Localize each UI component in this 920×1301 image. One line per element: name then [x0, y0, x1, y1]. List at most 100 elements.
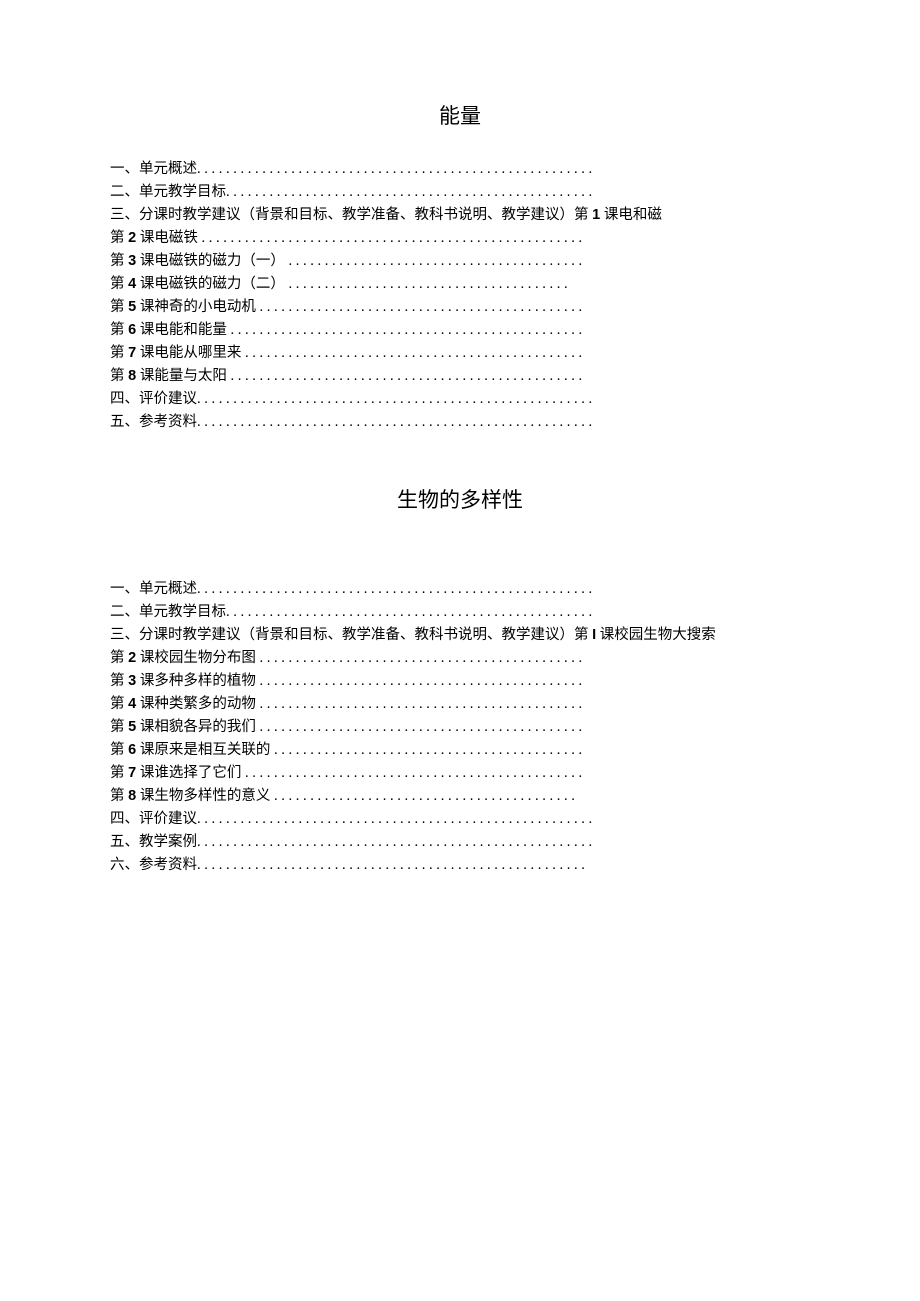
toc-energy: 一、单元概述. . . . . . . . . . . . . . . . . …: [110, 158, 810, 434]
toc-entry-suffix: 课能量与太阳: [136, 368, 230, 384]
toc-entry-leader: . . . . . . . . . . . . . . . . . . . . …: [197, 811, 592, 827]
toc-entry-prefix: 四、评价建议: [110, 811, 197, 827]
toc-entry-prefix: 第: [110, 742, 128, 758]
toc-entry-leader: . . . . . . . . . . . . . . . . . . . . …: [230, 322, 582, 338]
toc-entry-leader: . . . . . . . . . . . . . . . . . . . . …: [245, 765, 582, 781]
toc-entry-prefix: 第: [110, 696, 128, 712]
toc-biodiversity: 一、单元概述. . . . . . . . . . . . . . . . . …: [110, 578, 810, 877]
section-energy: 能量 一、单元概述. . . . . . . . . . . . . . . .…: [110, 100, 810, 434]
toc-entry-suffix: 课校园生物大搜索: [596, 627, 716, 643]
toc-entry-number: 6: [128, 742, 136, 758]
toc-entry-prefix: 第: [110, 788, 128, 804]
toc-entry-leader: . . . . . . . . . . . . . . . . . . . . …: [197, 834, 592, 850]
toc-entry-prefix: 一、单元概述: [110, 161, 197, 177]
toc-entry-prefix: 第: [110, 765, 128, 781]
toc-entry: 第 4 课电磁铁的磁力（二） . . . . . . . . . . . . .…: [110, 273, 810, 296]
toc-entry: 二、单元教学目标. . . . . . . . . . . . . . . . …: [110, 601, 810, 624]
toc-entry-leader: . . . . . . . . . . . . . . . . . . . . …: [259, 673, 582, 689]
toc-entry-leader: . . . . . . . . . . . . . . . . . . . . …: [201, 230, 582, 246]
toc-entry-number: 5: [128, 299, 136, 315]
toc-entry: 第 8 课生物多样性的意义 . . . . . . . . . . . . . …: [110, 785, 810, 808]
toc-entry-leader: . . . . . . . . . . . . . . . . . . . . …: [197, 414, 592, 430]
toc-entry-number: 3: [128, 253, 136, 269]
toc-entry: 六、参考资料. . . . . . . . . . . . . . . . . …: [110, 854, 810, 877]
toc-entry-suffix: 课谁选择了它们: [136, 765, 245, 781]
toc-entry-leader: . . . . . . . . . . . . . . . . . . . . …: [197, 581, 592, 597]
toc-entry: 第 7 课谁选择了它们 . . . . . . . . . . . . . . …: [110, 762, 810, 785]
toc-entry: 第 2 课校园生物分布图 . . . . . . . . . . . . . .…: [110, 647, 810, 670]
toc-entry: 四、评价建议. . . . . . . . . . . . . . . . . …: [110, 808, 810, 831]
toc-entry: 二、单元教学目标. . . . . . . . . . . . . . . . …: [110, 181, 810, 204]
toc-entry-number: 7: [128, 765, 136, 781]
toc-entry-suffix: 课电和磁: [600, 207, 662, 223]
toc-entry-prefix: 第: [110, 345, 128, 361]
section-title-biodiversity: 生物的多样性: [110, 484, 810, 514]
toc-entry: 四、评价建议. . . . . . . . . . . . . . . . . …: [110, 388, 810, 411]
toc-entry: 五、参考资料. . . . . . . . . . . . . . . . . …: [110, 411, 810, 434]
toc-entry-number: 8: [128, 788, 136, 804]
toc-entry-leader: . . . . . . . . . . . . . . . . . . . . …: [288, 253, 582, 269]
toc-entry-suffix: 课原来是相互关联的: [136, 742, 274, 758]
toc-entry: 第 5 课相貌各异的我们 . . . . . . . . . . . . . .…: [110, 716, 810, 739]
toc-entry-suffix: 课电磁铁: [136, 230, 201, 246]
toc-entry: 第 3 课电磁铁的磁力（一） . . . . . . . . . . . . .…: [110, 250, 810, 273]
toc-entry-prefix: 第: [110, 276, 128, 292]
toc-entry: 第 6 课原来是相互关联的 . . . . . . . . . . . . . …: [110, 739, 810, 762]
toc-entry-prefix: 六、参考资料: [110, 857, 197, 873]
toc-entry-prefix: 二、单元教学目标: [110, 184, 226, 200]
toc-entry-suffix: 课校园生物分布图: [136, 650, 259, 666]
toc-entry-number: 6: [128, 322, 136, 338]
toc-entry-leader: . . . . . . . . . . . . . . . . . . . . …: [274, 788, 575, 804]
toc-entry: 第 5 课神奇的小电动机 . . . . . . . . . . . . . .…: [110, 296, 810, 319]
toc-entry-prefix: 第: [110, 719, 128, 735]
toc-entry-leader: . . . . . . . . . . . . . . . . . . . . …: [288, 276, 567, 292]
toc-entry: 一、单元概述. . . . . . . . . . . . . . . . . …: [110, 158, 810, 181]
toc-entry-number: 8: [128, 368, 136, 384]
toc-entry-prefix: 第: [110, 253, 128, 269]
toc-entry-suffix: 课电能从哪里来: [136, 345, 245, 361]
toc-entry-prefix: 第: [110, 673, 128, 689]
section-title-energy: 能量: [110, 100, 810, 130]
toc-entry-suffix: 课种类繁多的动物: [136, 696, 259, 712]
toc-entry-number: 2: [128, 230, 136, 246]
toc-entry-prefix: 三、分课时教学建议（背景和目标、教学准备、教科书说明、教学建议）第: [110, 627, 592, 643]
toc-entry-leader: . . . . . . . . . . . . . . . . . . . . …: [226, 184, 592, 200]
toc-entry-leader: . . . . . . . . . . . . . . . . . . . . …: [226, 604, 592, 620]
toc-entry-leader: . . . . . . . . . . . . . . . . . . . . …: [197, 391, 592, 407]
toc-entry-prefix: 五、参考资料: [110, 414, 197, 430]
toc-entry-leader: . . . . . . . . . . . . . . . . . . . . …: [259, 299, 582, 315]
toc-entry-number: 1: [592, 207, 600, 223]
toc-entry-number: 3: [128, 673, 136, 689]
toc-entry: 第 2 课电磁铁 . . . . . . . . . . . . . . . .…: [110, 227, 810, 250]
toc-entry-number: 7: [128, 345, 136, 361]
toc-entry-leader: . . . . . . . . . . . . . . . . . . . . …: [245, 345, 582, 361]
toc-entry: 五、教学案例. . . . . . . . . . . . . . . . . …: [110, 831, 810, 854]
toc-entry-suffix: 课多种多样的植物: [136, 673, 259, 689]
toc-entry: 第 4 课种类繁多的动物 . . . . . . . . . . . . . .…: [110, 693, 810, 716]
toc-entry-suffix: 课相貌各异的我们: [136, 719, 259, 735]
toc-entry-suffix: 课神奇的小电动机: [136, 299, 259, 315]
toc-entry-prefix: 第: [110, 322, 128, 338]
toc-entry: 第 8 课能量与太阳 . . . . . . . . . . . . . . .…: [110, 365, 810, 388]
toc-entry: 第 7 课电能从哪里来 . . . . . . . . . . . . . . …: [110, 342, 810, 365]
toc-entry-leader: . . . . . . . . . . . . . . . . . . . . …: [259, 719, 582, 735]
toc-entry-leader: . . . . . . . . . . . . . . . . . . . . …: [197, 161, 592, 177]
toc-entry-number: 4: [128, 276, 136, 292]
toc-entry: 第 6 课电能和能量 . . . . . . . . . . . . . . .…: [110, 319, 810, 342]
toc-entry-prefix: 第: [110, 368, 128, 384]
toc-entry: 三、分课时教学建议（背景和目标、教学准备、教科书说明、教学建议）第 1 课电和磁: [110, 204, 810, 227]
toc-entry-leader: . . . . . . . . . . . . . . . . . . . . …: [197, 857, 585, 873]
toc-entry-prefix: 四、评价建议: [110, 391, 197, 407]
toc-entry-prefix: 第: [110, 299, 128, 315]
toc-entry: 一、单元概述. . . . . . . . . . . . . . . . . …: [110, 578, 810, 601]
toc-entry-suffix: 课生物多样性的意义: [136, 788, 274, 804]
toc-entry-number: 2: [128, 650, 136, 666]
toc-entry-suffix: 课电能和能量: [136, 322, 230, 338]
toc-entry-leader: . . . . . . . . . . . . . . . . . . . . …: [259, 696, 582, 712]
toc-entry-prefix: 一、单元概述: [110, 581, 197, 597]
toc-entry: 三、分课时教学建议（背景和目标、教学准备、教科书说明、教学建议）第 I 课校园生…: [110, 624, 810, 647]
toc-entry-prefix: 二、单元教学目标: [110, 604, 226, 620]
toc-entry-suffix: 课电磁铁的磁力（二）: [136, 276, 288, 292]
toc-entry-number: 5: [128, 719, 136, 735]
toc-entry-prefix: 三、分课时教学建议（背景和目标、教学准备、教科书说明、教学建议）第: [110, 207, 592, 223]
